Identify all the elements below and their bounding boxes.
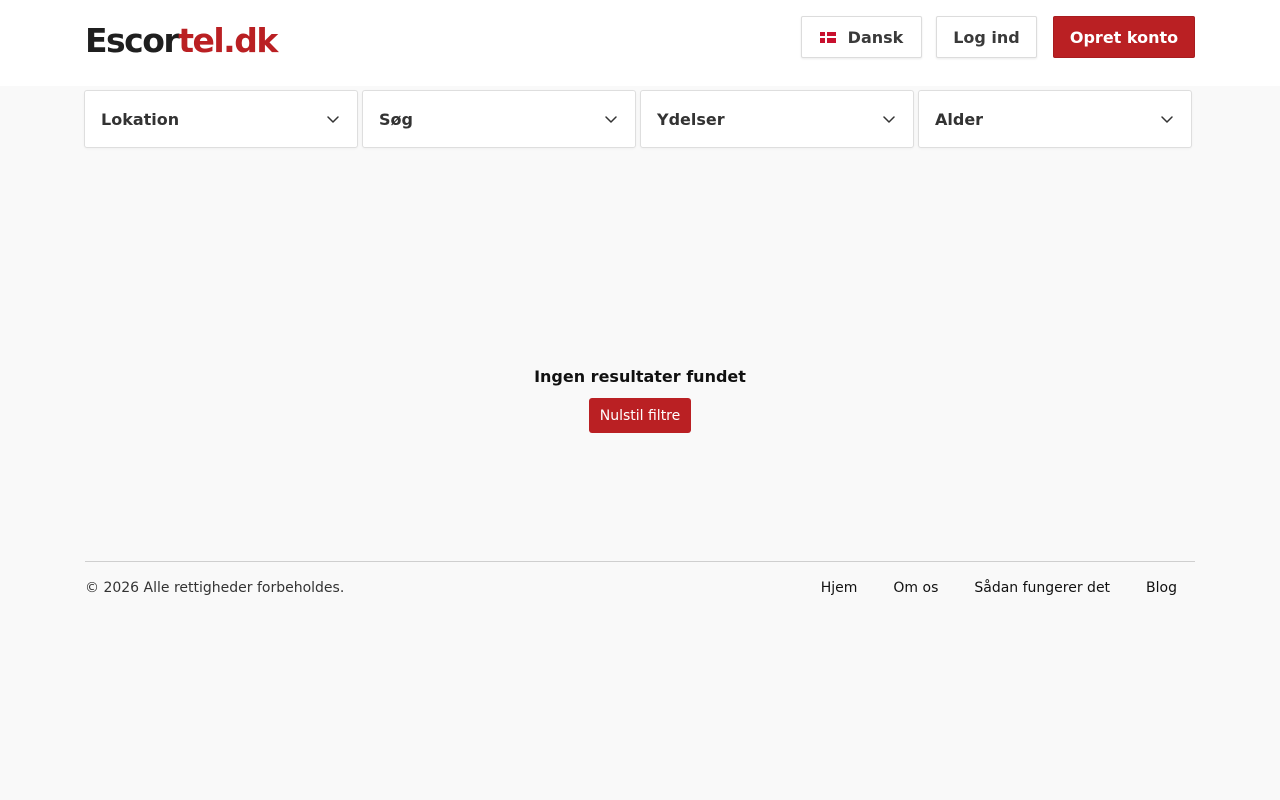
- filter-location-label: Lokation: [101, 109, 180, 129]
- footer-copyright: © 2026 Alle rettigheder forbeholdes.: [85, 580, 345, 596]
- login-label: Log ind: [953, 27, 1020, 47]
- login-button[interactable]: Log ind: [936, 16, 1037, 58]
- reset-filters-button[interactable]: Nulstil filtre: [589, 398, 691, 433]
- denmark-flag-icon: [819, 31, 836, 43]
- language-label: Dansk: [847, 27, 904, 47]
- signup-button[interactable]: Opret konto: [1053, 16, 1195, 58]
- footer-link-home[interactable]: Hjem: [803, 578, 876, 598]
- chevron-down-icon: [605, 116, 617, 123]
- footer-link-blog[interactable]: Blog: [1128, 578, 1195, 598]
- empty-results: Ingen resultater fundet: [0, 366, 1280, 388]
- chevron-down-icon: [883, 116, 895, 123]
- filter-search-label: Søg: [379, 109, 413, 129]
- footer-nav: Hjem Om os Sådan fungerer det Blog: [803, 578, 1195, 598]
- filter-age-dropdown[interactable]: Alder: [918, 90, 1192, 148]
- site-header: Escortel.dk Dansk Log ind Opret konto: [0, 0, 1280, 86]
- filter-location-dropdown[interactable]: Lokation: [84, 90, 358, 148]
- filter-age-label: Alder: [935, 109, 984, 129]
- signup-label: Opret konto: [1069, 27, 1179, 47]
- filter-bar: Lokation Søg Ydelser Alder: [84, 90, 1194, 148]
- logo-text-dark: Escor: [85, 21, 180, 60]
- logo-text-red: tel.dk: [178, 21, 278, 60]
- site-logo[interactable]: Escortel.dk: [85, 20, 278, 62]
- chevron-down-icon: [327, 116, 339, 123]
- chevron-down-icon: [1161, 116, 1173, 123]
- footer-link-about[interactable]: Om os: [875, 578, 956, 598]
- no-results-message: Ingen resultater fundet: [534, 367, 746, 386]
- reset-filters-label: Nulstil filtre: [599, 407, 681, 424]
- filter-services-label: Ydelser: [657, 109, 725, 129]
- filter-search-dropdown[interactable]: Søg: [362, 90, 636, 148]
- footer-divider: [85, 561, 1195, 562]
- footer-link-how-it-works[interactable]: Sådan fungerer det: [956, 578, 1128, 598]
- filter-services-dropdown[interactable]: Ydelser: [640, 90, 914, 148]
- language-selector-button[interactable]: Dansk: [801, 16, 922, 58]
